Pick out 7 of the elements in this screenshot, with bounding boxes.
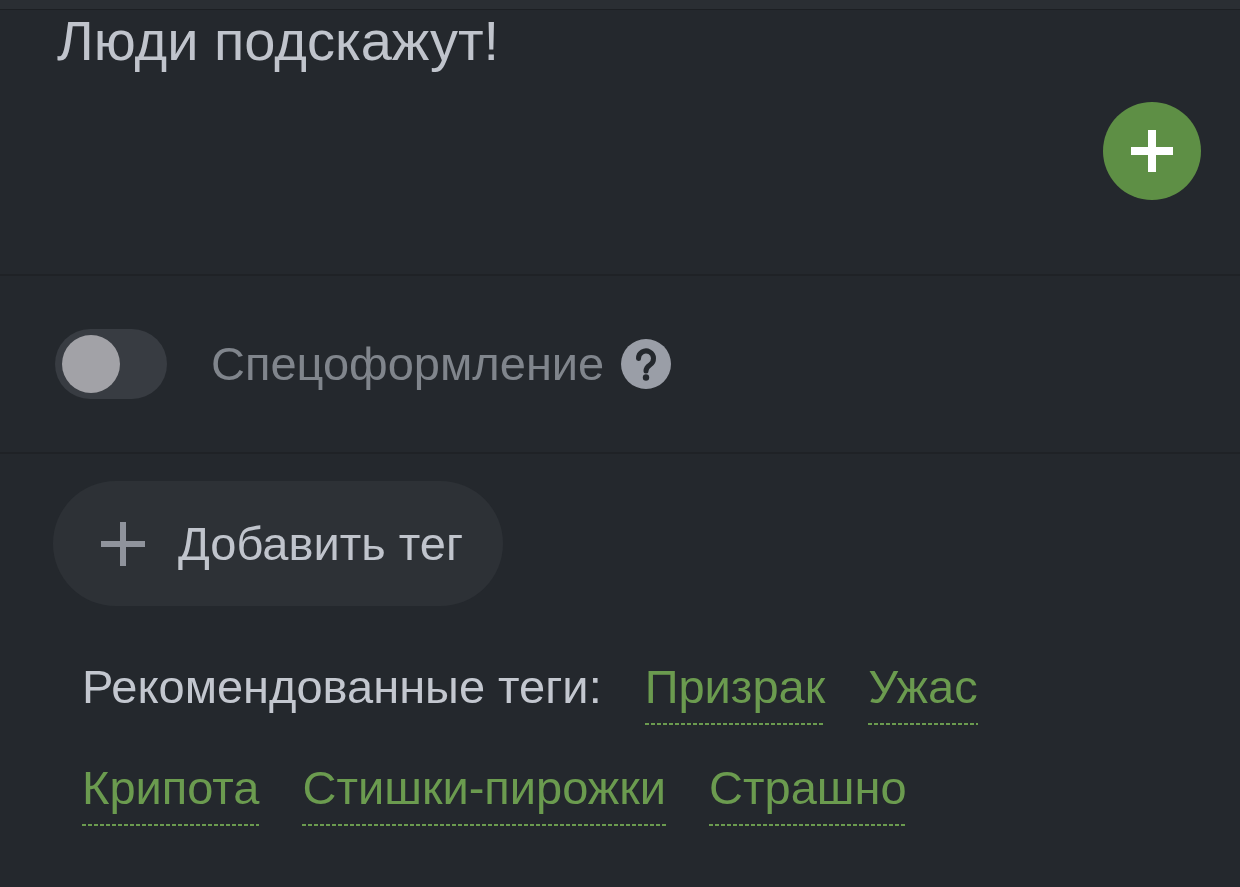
question-mark-icon[interactable] [621,339,672,389]
add-tag-button[interactable]: Добавить тег [53,481,504,606]
plus-icon [101,521,145,566]
recommended-tags-label: Рекомендованные теги: [82,659,602,715]
question-title: Люди подскажут! [57,10,500,72]
toggle-label: Спецоформление [211,336,605,392]
plus-icon [1131,130,1173,172]
